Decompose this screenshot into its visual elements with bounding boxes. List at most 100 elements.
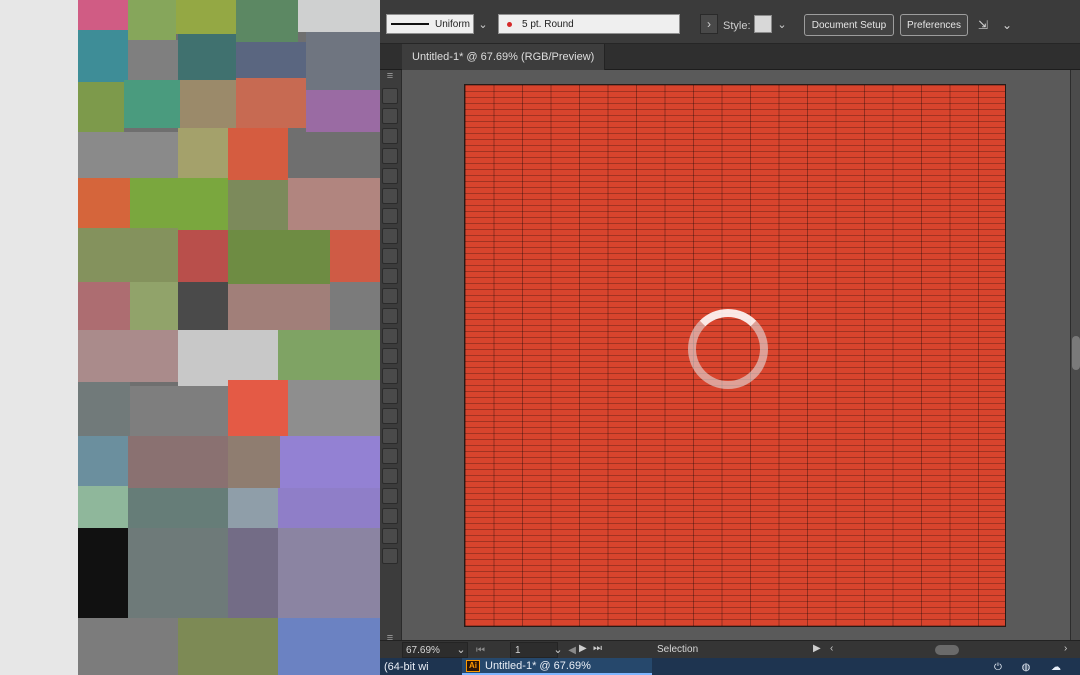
style-label: Style: (723, 20, 751, 32)
chevron-down-icon[interactable]: ⌄ (551, 641, 565, 657)
glitch-tile (128, 0, 176, 40)
glitch-tile (78, 528, 128, 618)
chat-icon[interactable]: ◍ (1020, 661, 1032, 673)
cloud-icon[interactable]: ☁ (1050, 661, 1062, 673)
artboard[interactable] (464, 84, 1006, 627)
slice-tool[interactable] (382, 488, 398, 504)
direct-selection-tool[interactable] (382, 108, 398, 124)
glitch-tile (78, 132, 178, 178)
hand-tool[interactable] (382, 528, 398, 544)
zoom-tool[interactable] (382, 548, 398, 564)
taskbar-active-item-label: Untitled-1* @ 67.69% (485, 659, 591, 672)
glitch-tile (78, 0, 128, 30)
glitch-tile (178, 282, 228, 330)
glitch-tile (176, 0, 236, 34)
taskbar-active-illustrator[interactable]: Ai Untitled-1* @ 67.69% (462, 658, 652, 675)
artboard-tool[interactable] (382, 468, 398, 484)
glitch-tile (278, 618, 380, 675)
stroke-profile-dropdown[interactable]: Uniform (386, 14, 474, 34)
shape-builder-tool[interactable] (382, 348, 398, 364)
document-canvas[interactable] (402, 70, 1070, 656)
scale-tool[interactable] (382, 288, 398, 304)
glitch-tile (278, 528, 380, 618)
arrange-tool-button[interactable]: ⇲ ⌄ (978, 16, 1012, 34)
power-icon[interactable]: ⏻ (992, 661, 1004, 673)
glitch-tile (128, 436, 228, 488)
previous-page-icon[interactable]: ◀ (568, 645, 576, 656)
last-page-icon[interactable]: ⏭ (593, 643, 602, 654)
first-page-icon[interactable]: ⏮ (476, 645, 485, 656)
pencil-tool[interactable] (382, 248, 398, 264)
chevron-down-icon[interactable]: ⌄ (476, 14, 490, 34)
glitch-tile (288, 380, 380, 436)
selection-tool[interactable] (382, 88, 398, 104)
glitch-tile (278, 488, 380, 528)
brush-definition-dropdown[interactable]: 5 pt. Round (498, 14, 680, 34)
rectangle-tool[interactable] (382, 208, 398, 224)
glitch-tile (228, 284, 330, 330)
glitch-tile (78, 30, 128, 82)
column-graph-tool[interactable] (382, 448, 398, 464)
glitch-tile (228, 528, 278, 618)
document-setup-button[interactable]: Document Setup (804, 14, 894, 36)
arrange-icon: ⇲ (978, 18, 989, 32)
status-menu-arrow-icon[interactable]: ▶ (813, 643, 821, 654)
illustrator-window: Uniform ⌄ 5 pt. Round › Style: ⌄ Documen… (380, 0, 1080, 675)
eraser-tool[interactable] (382, 508, 398, 524)
glitch-tile (298, 0, 380, 32)
panel-arrow-button[interactable]: › (700, 14, 718, 34)
taskbar-item[interactable]: (64-bit wi (380, 658, 460, 675)
glitch-tile (278, 330, 380, 380)
brush-label: 5 pt. Round (522, 18, 574, 30)
glitch-tile (330, 282, 380, 330)
stroke-profile-label: Uniform (435, 18, 471, 30)
next-page-icon[interactable]: ▶ (579, 643, 587, 654)
vertical-scroll-thumb[interactable] (1072, 336, 1080, 370)
symbol-sprayer-tool[interactable] (382, 428, 398, 444)
glitch-tile (78, 486, 128, 528)
gradient-tool[interactable] (382, 368, 398, 384)
glitch-tile (128, 488, 228, 528)
paintbrush-tool[interactable] (382, 228, 398, 244)
style-swatch[interactable] (754, 15, 772, 33)
line-tool[interactable] (382, 188, 398, 204)
control-bar: Uniform ⌄ 5 pt. Round › Style: ⌄ Documen… (380, 0, 1080, 44)
magic-wand-tool[interactable] (382, 128, 398, 144)
glitch-tile (228, 488, 278, 528)
glitch-tile (180, 80, 236, 128)
chevron-down-icon[interactable]: ⌄ (775, 14, 789, 34)
glitch-tile (236, 42, 306, 78)
illustrator-icon: Ai (466, 659, 480, 672)
desktop-screen: Uniform ⌄ 5 pt. Round › Style: ⌄ Documen… (0, 0, 1080, 675)
free-transform-tool[interactable] (382, 328, 398, 344)
glitch-tile (236, 78, 306, 128)
brush-dot-icon (507, 21, 512, 27)
chevron-down-icon: ⌄ (1001, 18, 1012, 32)
rotate-tool[interactable] (382, 268, 398, 284)
glitch-tile (124, 80, 180, 128)
blend-tool[interactable] (382, 408, 398, 424)
panel-grip-icon[interactable]: ≡ (384, 70, 396, 82)
glitch-tile (130, 282, 178, 330)
glitch-tile (130, 386, 228, 436)
current-tool-status[interactable]: Selection (657, 644, 698, 655)
document-tab[interactable]: Untitled-1* @ 67.69% (RGB/Preview) (402, 44, 606, 70)
glitch-tile (178, 128, 228, 178)
glitch-tile (288, 132, 380, 178)
horizontal-scroll-right-icon[interactable]: › (1064, 643, 1067, 654)
type-tool[interactable] (382, 168, 398, 184)
glitch-tile (78, 178, 130, 228)
width-tool[interactable] (382, 308, 398, 324)
horizontal-scroll-thumb[interactable] (935, 645, 959, 655)
glitch-image-panel (78, 0, 380, 675)
preferences-button[interactable]: Preferences (900, 14, 968, 36)
glitch-tile (78, 382, 130, 436)
horizontal-scroll-left-icon[interactable]: ‹ (830, 643, 833, 654)
chevron-down-icon[interactable]: ⌄ (454, 641, 468, 657)
glitch-tile (306, 32, 380, 90)
vertical-scrollbar[interactable] (1070, 70, 1080, 656)
glitch-tile (128, 528, 228, 618)
loading-spinner-icon (688, 309, 768, 389)
pen-tool[interactable] (382, 148, 398, 164)
eyedropper-tool[interactable] (382, 388, 398, 404)
